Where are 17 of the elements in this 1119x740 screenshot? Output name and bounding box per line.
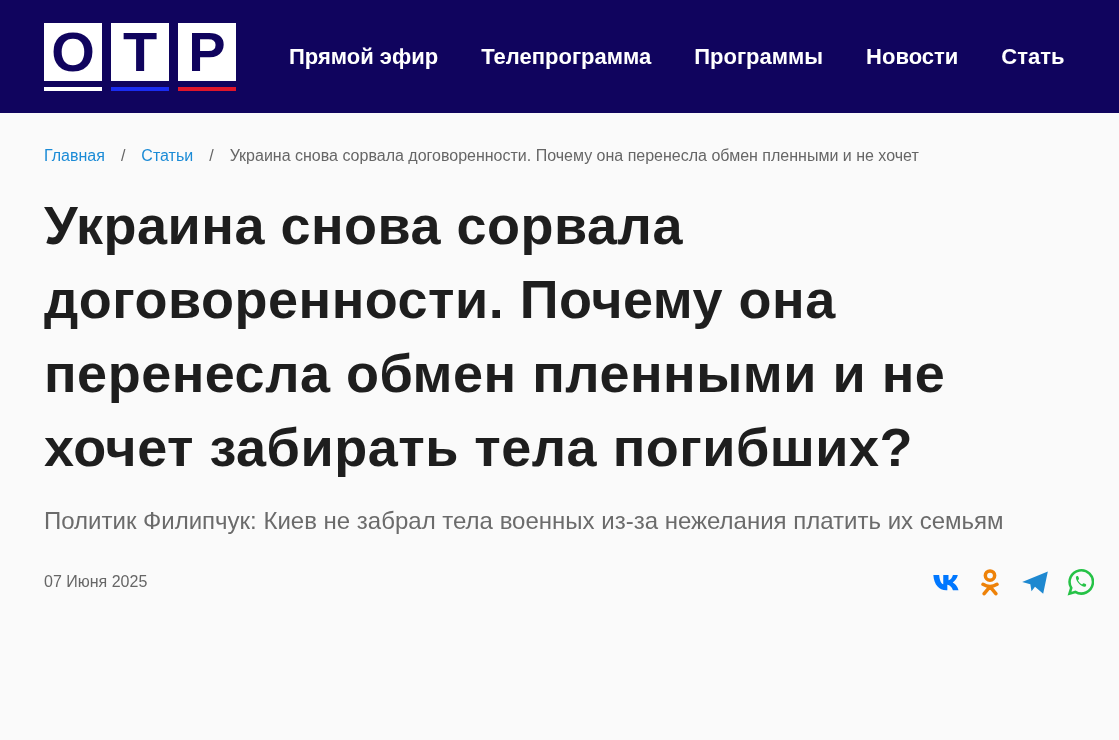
- breadcrumb-link[interactable]: Статьи: [141, 144, 194, 168]
- logo-letter: О: [44, 22, 102, 81]
- publish-date: 07 Июня 2025: [44, 572, 148, 592]
- article-title: Украина снова сорвала договоренности. Почему она перенесла обмен пленными и не хочет забирать тела погибших?: [44, 194, 947, 479]
- breadcrumb-current: Украина снова сорвала договоренности. Почему она перенесла обмен пленными и не хочет: [229, 146, 919, 166]
- breadcrumb-separator: /: [120, 146, 126, 166]
- nav-link[interactable]: Прямой эфир: [289, 40, 439, 73]
- nav-link[interactable]: Программы: [694, 40, 824, 73]
- logo[interactable]: О Т Р: [44, 22, 236, 91]
- nav-link[interactable]: Телепрограмма: [481, 40, 652, 73]
- nav-link[interactable]: Стать: [1001, 40, 1065, 73]
- article-subtitle: Политик Филипчук: Киев не забрал тела военных из-за нежелания платить их семьям: [44, 506, 1005, 536]
- nav-link[interactable]: Новости: [866, 40, 959, 73]
- logo-letter: Т: [111, 22, 169, 81]
- breadcrumb-separator: /: [209, 146, 214, 166]
- logo-letter: Р: [178, 22, 236, 81]
- breadcrumb-link[interactable]: Главная: [44, 144, 105, 168]
